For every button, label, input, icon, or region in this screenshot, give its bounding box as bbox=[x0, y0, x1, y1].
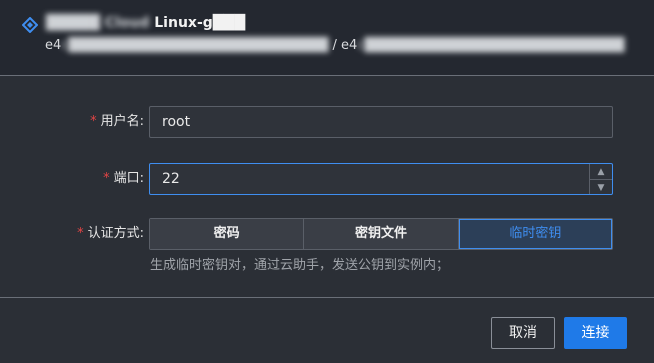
port-label-text: 端口: bbox=[113, 171, 144, 186]
port-stepper: ▲ ▼ bbox=[589, 164, 612, 194]
username-label-text: 用户名: bbox=[100, 114, 144, 129]
dialog-header: █████ Cloud Linux-g███ e4c██████████████… bbox=[0, 0, 654, 76]
auth-method-label-text: 认证方式: bbox=[87, 226, 144, 241]
blurred-instance-id: c██████████████████████████ bbox=[61, 38, 329, 53]
port-value: 22 bbox=[162, 171, 180, 187]
cancel-button[interactable]: 取消 bbox=[491, 317, 555, 349]
auth-method-hint: 生成临时密钥对，通过云助手，发送公钥到实例内； bbox=[150, 258, 450, 273]
cloud-product-logo-icon bbox=[22, 17, 38, 33]
port-input[interactable]: 22 ▲ ▼ bbox=[149, 163, 613, 195]
instance-id-path: e4c██████████████████████████ / e4c█████… bbox=[45, 38, 624, 53]
instance-title: █████ Cloud Linux-g███ bbox=[46, 15, 245, 31]
instance-id-prefix: e4 bbox=[45, 38, 62, 53]
auth-method-segmented-control: 密码 密钥文件 临时密钥 bbox=[149, 218, 613, 250]
blurred-instance-id-2: c██████████████████████████ bbox=[357, 38, 625, 53]
username-input[interactable]: root bbox=[149, 106, 613, 138]
decrement-chevron-down-icon[interactable]: ▼ bbox=[590, 180, 612, 195]
required-mark: * bbox=[103, 171, 110, 186]
auth-option-key-file[interactable]: 密钥文件 bbox=[304, 219, 459, 249]
auth-option-password[interactable]: 密码 bbox=[150, 219, 305, 249]
auth-method-label: * 认证方式: bbox=[77, 218, 144, 250]
footer-divider bbox=[0, 297, 654, 298]
blurred-product-name: █████ Cloud bbox=[46, 15, 150, 31]
username-label: * 用户名: bbox=[90, 106, 144, 138]
required-mark: * bbox=[77, 226, 84, 241]
path-separator: / e4 bbox=[328, 38, 358, 53]
auth-option-temp-key[interactable]: 临时密钥 bbox=[458, 219, 612, 249]
instance-name: Linux-g███ bbox=[154, 15, 246, 31]
connect-button[interactable]: 连接 bbox=[564, 317, 627, 349]
required-mark: * bbox=[90, 114, 97, 129]
port-label: * 端口: bbox=[103, 163, 144, 195]
